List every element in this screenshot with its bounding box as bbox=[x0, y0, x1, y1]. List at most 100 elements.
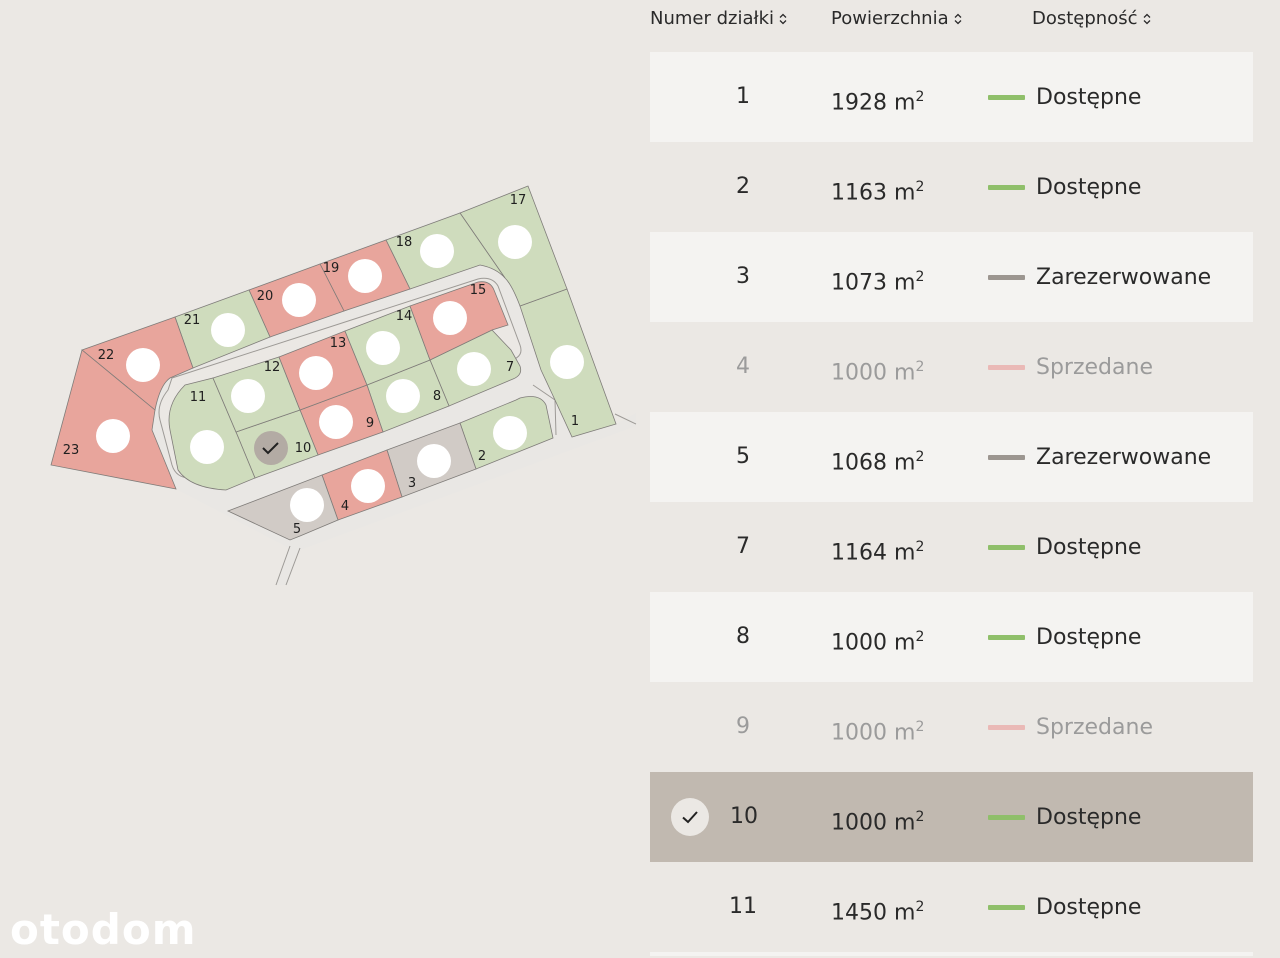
plot-marker[interactable] bbox=[550, 345, 584, 379]
area-value: 1000 bbox=[831, 810, 887, 836]
table-row[interactable]: 3 1073 m2 Zarezerwowane bbox=[650, 232, 1253, 322]
plot-marker[interactable] bbox=[417, 444, 451, 478]
status-swatch bbox=[988, 544, 1025, 550]
availability-cell: Sprzedane bbox=[988, 682, 1153, 772]
plot-label: 8 bbox=[433, 389, 441, 404]
plot-label: 4 bbox=[341, 499, 349, 514]
selected-check-icon bbox=[671, 798, 709, 836]
status-label: Sprzedane bbox=[1036, 354, 1153, 380]
status-swatch bbox=[988, 184, 1025, 190]
area-cell: 1164 m2 bbox=[831, 502, 924, 592]
status-swatch bbox=[988, 724, 1025, 730]
table-row[interactable]: 2 1163 m2 Dostępne bbox=[650, 142, 1253, 232]
plot-label: 3 bbox=[408, 476, 416, 491]
area-value: 1450 bbox=[831, 900, 887, 926]
status-label: Dostępne bbox=[1036, 804, 1142, 830]
area-value: 1000 bbox=[831, 630, 887, 656]
plot-marker[interactable] bbox=[433, 301, 467, 335]
status-swatch bbox=[988, 364, 1025, 370]
area-unit: m bbox=[887, 540, 916, 566]
sort-area-button[interactable]: Powierzchnia bbox=[831, 8, 963, 29]
status-label: Dostępne bbox=[1036, 624, 1142, 650]
table-row[interactable]: 10 1000 m2 Dostępne bbox=[650, 772, 1253, 862]
plot-label: 22 bbox=[98, 348, 115, 363]
plot-marker[interactable] bbox=[386, 379, 420, 413]
area-unit: m bbox=[887, 180, 916, 206]
table-row[interactable]: 7 1164 m2 Dostępne bbox=[650, 502, 1253, 592]
plot-marker[interactable] bbox=[351, 469, 385, 503]
availability-cell: Zarezerwowane bbox=[988, 412, 1211, 502]
plot-marker[interactable] bbox=[290, 488, 324, 522]
plot-label: 20 bbox=[257, 289, 274, 304]
sort-availability-button[interactable]: Dostępność bbox=[1032, 8, 1152, 29]
status-swatch bbox=[988, 814, 1025, 820]
plot-marker[interactable] bbox=[190, 430, 224, 464]
plot-marker[interactable] bbox=[126, 348, 160, 382]
area-unit-exponent: 2 bbox=[915, 629, 925, 645]
table-row[interactable]: 8 1000 m2 Dostępne bbox=[650, 592, 1253, 682]
plot-number-cell: 9 bbox=[736, 714, 750, 739]
availability-cell: Dostępne bbox=[988, 502, 1141, 592]
area-value: 1068 bbox=[831, 450, 887, 476]
table-row[interactable]: 9 1000 m2 Sprzedane bbox=[650, 682, 1253, 772]
plot-marker[interactable] bbox=[282, 283, 316, 317]
area-unit: m bbox=[887, 270, 916, 296]
plot-marker[interactable] bbox=[348, 259, 382, 293]
table-row[interactable]: 11 1450 m2 Dostępne bbox=[650, 862, 1253, 952]
area-value: 1163 bbox=[831, 180, 887, 206]
header-availability: Dostępność bbox=[1032, 8, 1138, 29]
plot-label: 14 bbox=[396, 309, 413, 324]
plots-table: 1 1928 m2 Dostępne 2 1163 m2 Dostępne 3 1073 m2… bbox=[650, 52, 1253, 956]
plot-marker[interactable] bbox=[420, 234, 454, 268]
area-cell: 1163 m2 bbox=[831, 142, 924, 232]
table-row[interactable]: 5 1068 m2 Zarezerwowane bbox=[650, 412, 1253, 502]
plot-marker[interactable] bbox=[457, 352, 491, 386]
area-unit: m bbox=[887, 810, 916, 836]
plot-label: 5 bbox=[293, 522, 301, 537]
table-row[interactable]: 4 1000 m2 Sprzedane bbox=[650, 322, 1253, 412]
table-row[interactable]: 1 1928 m2 Dostępne bbox=[650, 52, 1253, 142]
status-label: Zarezerwowane bbox=[1036, 444, 1212, 470]
plot-label: 18 bbox=[396, 235, 413, 250]
area-unit-exponent: 2 bbox=[915, 89, 925, 105]
area-unit-exponent: 2 bbox=[915, 719, 925, 735]
header-area: Powierzchnia bbox=[831, 8, 949, 29]
plot-selected-marker[interactable] bbox=[254, 431, 288, 465]
otodom-logo: otodom bbox=[10, 905, 197, 954]
availability-cell: Dostępne bbox=[988, 862, 1141, 952]
area-unit: m bbox=[887, 360, 916, 386]
status-swatch bbox=[988, 634, 1025, 640]
plot-number-cell: 10 bbox=[730, 804, 758, 829]
availability-cell: Dostępne bbox=[988, 142, 1141, 232]
plot-marker[interactable] bbox=[319, 405, 353, 439]
status-label: Dostępne bbox=[1036, 894, 1142, 920]
plot-marker[interactable] bbox=[299, 356, 333, 390]
plot-number-cell: 8 bbox=[736, 624, 750, 649]
availability-cell: Sprzedane bbox=[988, 322, 1153, 412]
plot-marker[interactable] bbox=[366, 331, 400, 365]
status-label: Zarezerwowane bbox=[1036, 264, 1212, 290]
plot-label: 23 bbox=[63, 443, 80, 458]
sort-plot-number-button[interactable]: Numer działki bbox=[650, 8, 788, 29]
area-unit-exponent: 2 bbox=[915, 359, 925, 375]
status-swatch bbox=[988, 94, 1025, 100]
plot-marker[interactable] bbox=[96, 419, 130, 453]
plot-number-cell: 2 bbox=[736, 174, 750, 199]
area-cell: 1068 m2 bbox=[831, 412, 924, 502]
area-unit-exponent: 2 bbox=[915, 179, 925, 195]
area-cell: 1928 m2 bbox=[831, 52, 924, 142]
plot-marker[interactable] bbox=[493, 416, 527, 450]
area-value: 1073 bbox=[831, 270, 887, 296]
plot-label: 10 bbox=[295, 441, 312, 456]
plot-label: 1 bbox=[571, 414, 579, 429]
area-unit: m bbox=[887, 630, 916, 656]
status-label: Dostępne bbox=[1036, 174, 1142, 200]
plot-marker[interactable] bbox=[211, 313, 245, 347]
area-value: 1928 bbox=[831, 90, 887, 116]
availability-cell: Dostępne bbox=[988, 52, 1141, 142]
status-swatch bbox=[988, 454, 1025, 460]
plot-label: 19 bbox=[323, 261, 340, 276]
plot-marker[interactable] bbox=[498, 225, 532, 259]
area-unit: m bbox=[887, 450, 916, 476]
plot-marker[interactable] bbox=[231, 379, 265, 413]
